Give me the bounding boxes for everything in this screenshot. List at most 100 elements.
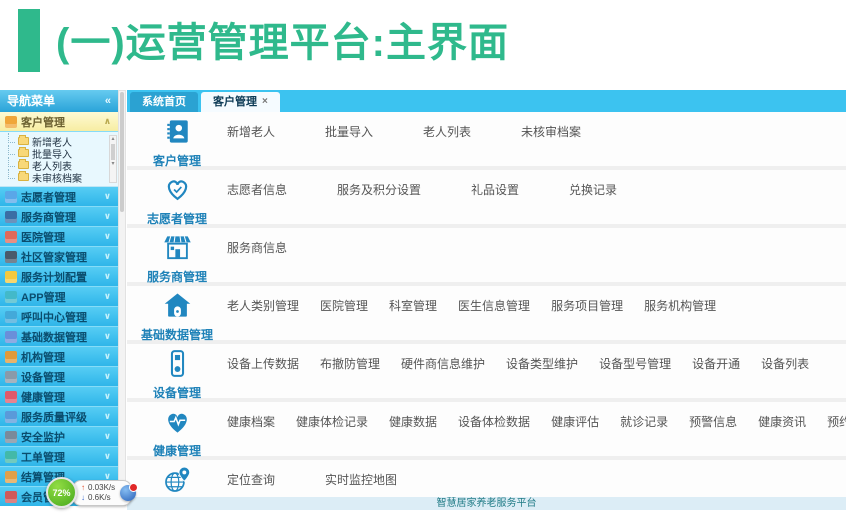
upload-speed: 0.03K/s bbox=[88, 483, 115, 493]
module-icon-cell: 设备管理 bbox=[127, 344, 227, 398]
device-icon bbox=[163, 349, 192, 383]
chevron-down-icon: ∨ bbox=[104, 231, 113, 242]
sidebar-item-label: 设备管理 bbox=[21, 369, 100, 385]
sidebar-item-8[interactable]: 呼叫中心管理∨ bbox=[0, 307, 118, 327]
folder-icon bbox=[18, 149, 29, 157]
sidebar-item-1[interactable]: 客户管理∧ bbox=[0, 112, 118, 132]
hospital-icon bbox=[5, 231, 17, 243]
module-link[interactable]: 健康评估 bbox=[551, 413, 599, 456]
module-link[interactable]: 老人列表 bbox=[423, 123, 471, 166]
sidebar-item-5[interactable]: 社区管家管理∨ bbox=[0, 247, 118, 267]
scroll-up-icon[interactable]: ▴ bbox=[110, 136, 116, 143]
module-link[interactable]: 设备体检数据 bbox=[458, 413, 530, 456]
sidebar-submenu: 新增老人批量导入老人列表未审核档案▴▾ bbox=[0, 132, 118, 187]
heart-pulse-icon bbox=[163, 407, 192, 441]
module-link[interactable]: 设备上传数据 bbox=[227, 355, 299, 398]
sidebar-item-12[interactable]: 健康管理∨ bbox=[0, 387, 118, 407]
module-link[interactable]: 硬件商信息维护 bbox=[401, 355, 485, 398]
sidebar-item-2[interactable]: 志愿者管理∨ bbox=[0, 187, 118, 207]
tab-bar: 系统首页客户管理× bbox=[127, 90, 846, 112]
chevron-down-icon: ∨ bbox=[104, 271, 113, 282]
tree-line bbox=[8, 169, 15, 179]
sidebar-item-label: 医院管理 bbox=[21, 229, 100, 245]
merchant-icon bbox=[5, 211, 17, 223]
module-link[interactable]: 设备列表 bbox=[761, 355, 809, 398]
module-link[interactable]: 服务项目管理 bbox=[551, 297, 623, 340]
module-icon-cell: 客户管理 bbox=[127, 112, 227, 166]
module-links: 志愿者信息 服务及积分设置 礼品设置 兑换记录 bbox=[227, 170, 846, 224]
module-link[interactable]: 兑换记录 bbox=[569, 181, 617, 224]
scrollbar-thumb[interactable] bbox=[120, 92, 124, 212]
module-link[interactable]: 老人类别管理 bbox=[227, 297, 299, 340]
submenu-scrollbar[interactable]: ▴▾ bbox=[109, 135, 117, 183]
module-link[interactable]: 健康档案 bbox=[227, 413, 275, 456]
module-link[interactable]: 预警信息 bbox=[689, 413, 737, 456]
module-link[interactable]: 医院管理 bbox=[320, 297, 368, 340]
module-link[interactable]: 未核审档案 bbox=[521, 123, 581, 166]
safety-home-icon bbox=[5, 431, 17, 443]
netspeed-widget[interactable]: 72% ↑ 0.03K/s ↓ 0.6K/s bbox=[46, 477, 136, 508]
module-label: 服务商管理 bbox=[147, 268, 207, 285]
app-icon bbox=[5, 291, 17, 303]
browser-ball-icon[interactable] bbox=[120, 485, 136, 501]
module-link[interactable]: 设备类型维护 bbox=[506, 355, 578, 398]
sidebar-header[interactable]: 导航菜单 « bbox=[0, 90, 118, 112]
module-link[interactable]: 批量导入 bbox=[325, 123, 373, 166]
health-heart-icon bbox=[5, 391, 17, 403]
sidebar-subitem[interactable]: 未审核档案 bbox=[8, 171, 116, 183]
memory-percent: 72% bbox=[52, 488, 70, 498]
module-label: 健康管理 bbox=[153, 442, 201, 459]
download-speed: 0.6K/s bbox=[88, 493, 111, 503]
submenu-scrollbar-thumb[interactable] bbox=[111, 144, 115, 160]
sidebar-item-10[interactable]: 机构管理∨ bbox=[0, 347, 118, 367]
sidebar-item-label: 呼叫中心管理 bbox=[21, 309, 100, 325]
module-link[interactable]: 实时监控地图 bbox=[325, 471, 397, 497]
sidebar-item-3[interactable]: 服务商管理∨ bbox=[0, 207, 118, 227]
chevron-down-icon: ∨ bbox=[104, 411, 113, 422]
module-links: 定位查询 实时监控地图 bbox=[227, 460, 846, 497]
sidebar-item-9[interactable]: 基础数据管理∨ bbox=[0, 327, 118, 347]
quality-icon bbox=[5, 411, 17, 423]
tab-2[interactable]: 客户管理× bbox=[201, 92, 280, 112]
module-link[interactable]: 新增老人 bbox=[227, 123, 275, 166]
module-link[interactable]: 科室管理 bbox=[389, 297, 437, 340]
module-link[interactable]: 服务及积分设置 bbox=[337, 181, 421, 224]
module-link[interactable]: 设备开通 bbox=[692, 355, 740, 398]
module-link[interactable]: 礼品设置 bbox=[471, 181, 519, 224]
sidebar-item-13[interactable]: 服务质量评级∨ bbox=[0, 407, 118, 427]
module-link[interactable]: 布撤防管理 bbox=[320, 355, 380, 398]
contact-book-icon bbox=[163, 117, 192, 151]
module-link[interactable]: 服务商信息 bbox=[227, 239, 287, 282]
sidebar-item-14[interactable]: 安全监护∨ bbox=[0, 427, 118, 447]
module-row-3: 服务商管理 服务商信息 bbox=[127, 228, 846, 282]
sidebar-item-11[interactable]: 设备管理∨ bbox=[0, 367, 118, 387]
page: (一)运营管理平台:主界面 导航菜单 « 客户管理∧新增老人批量导入老人列表未审… bbox=[0, 0, 850, 518]
module-link[interactable]: 定位查询 bbox=[227, 471, 275, 497]
sidebar-item-7[interactable]: APP管理∨ bbox=[0, 287, 118, 307]
collapse-left-icon[interactable]: « bbox=[105, 90, 111, 112]
module-link[interactable]: 健康体检记录 bbox=[296, 413, 368, 456]
scroll-down-icon[interactable]: ▾ bbox=[110, 161, 116, 168]
module-link[interactable]: 志愿者信息 bbox=[227, 181, 287, 224]
sidebar-item-6[interactable]: 服务计划配置∨ bbox=[0, 267, 118, 287]
module-row-1: 客户管理新增老人 批量导入 老人列表 未核审档案 bbox=[127, 112, 846, 166]
storefront-icon bbox=[163, 233, 192, 267]
tab-close-icon[interactable]: × bbox=[262, 97, 268, 107]
module-link[interactable]: 医生信息管理 bbox=[458, 297, 530, 340]
id-card-icon bbox=[5, 116, 17, 128]
module-link[interactable]: 就诊记录 bbox=[620, 413, 668, 456]
sidebar-item-label: 社区管家管理 bbox=[21, 249, 100, 265]
module-link[interactable]: 健康资讯 bbox=[758, 413, 806, 456]
sidebar-item-15[interactable]: 工单管理∨ bbox=[0, 447, 118, 467]
module-link[interactable]: 健康数据 bbox=[389, 413, 437, 456]
sidebar-scrollbar[interactable] bbox=[118, 90, 126, 506]
memory-percent-ball[interactable]: 72% bbox=[46, 477, 77, 508]
module-link[interactable]: 预约挂号管理 bbox=[827, 413, 846, 456]
module-link[interactable]: 设备型号管理 bbox=[599, 355, 671, 398]
chevron-up-icon: ∧ bbox=[104, 116, 113, 127]
sidebar-item-4[interactable]: 医院管理 ∨ bbox=[0, 227, 118, 247]
tab-1[interactable]: 系统首页 bbox=[130, 92, 198, 112]
chevron-down-icon: ∨ bbox=[104, 291, 113, 302]
organization-icon bbox=[5, 351, 17, 363]
module-link[interactable]: 服务机构管理 bbox=[644, 297, 716, 340]
